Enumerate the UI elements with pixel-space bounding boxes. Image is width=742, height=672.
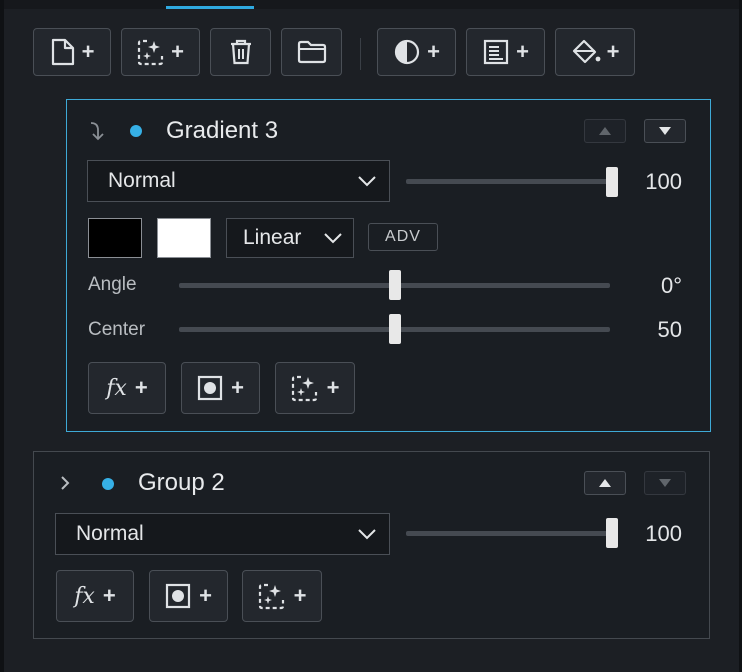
plus-label: + xyxy=(326,375,340,400)
toolbar-separator xyxy=(360,38,361,70)
gradient-start-color[interactable] xyxy=(88,218,142,258)
text-layer-button[interactable]: + xyxy=(466,28,545,76)
blend-mode-value: Normal xyxy=(108,169,176,192)
contrast-icon xyxy=(394,39,420,65)
center-label: Center xyxy=(88,319,146,340)
opacity-value: 100 xyxy=(645,521,682,546)
sparkle-frame-icon xyxy=(137,39,164,66)
merge-down-icon[interactable] xyxy=(88,121,106,141)
plus-label: + xyxy=(516,39,529,64)
center-slider-thumb[interactable] xyxy=(389,314,401,344)
plus-label: + xyxy=(199,583,212,608)
panel-top-bar xyxy=(0,0,742,9)
angle-label: Angle xyxy=(88,274,137,295)
layer-title[interactable]: Group 2 xyxy=(138,469,225,497)
move-down-button[interactable] xyxy=(644,471,686,495)
active-tab-indicator xyxy=(166,6,254,9)
sparkle-frame-icon xyxy=(291,375,317,402)
fx-label: fx xyxy=(106,375,127,401)
plus-label: + xyxy=(427,39,440,64)
move-down-button[interactable] xyxy=(644,119,686,143)
plus-label: + xyxy=(293,583,307,608)
blend-mode-value: Normal xyxy=(76,522,144,545)
opacity-value: 100 xyxy=(645,169,682,194)
fx-label: fx xyxy=(74,583,95,609)
chevron-down-icon xyxy=(358,529,376,540)
add-mask-button[interactable]: + xyxy=(181,362,260,414)
text-frame-icon xyxy=(483,39,509,65)
layer-visibility-dot[interactable] xyxy=(102,478,114,490)
opacity-slider-track[interactable] xyxy=(406,531,618,536)
opacity-slider-thumb[interactable] xyxy=(606,518,618,548)
triangle-down-icon xyxy=(659,127,671,135)
advanced-button[interactable]: ADV xyxy=(368,223,438,251)
angle-slider-thumb[interactable] xyxy=(389,270,401,300)
add-effect-button[interactable]: fx + xyxy=(88,362,166,414)
angle-value: 0° xyxy=(660,273,682,298)
new-file-icon xyxy=(51,38,74,66)
move-up-button[interactable] xyxy=(584,471,626,495)
center-value: 50 xyxy=(657,317,682,342)
folder-icon xyxy=(297,40,326,64)
paint-bucket-icon xyxy=(572,39,600,64)
add-effect-button[interactable]: fx + xyxy=(56,570,134,622)
plus-label: + xyxy=(606,39,620,64)
trash-icon xyxy=(230,39,251,65)
blend-mode-select[interactable]: Normal xyxy=(87,160,390,202)
group-folder-button[interactable] xyxy=(281,28,342,76)
fill-layer-button[interactable]: + xyxy=(555,28,635,76)
adjustment-button[interactable]: + xyxy=(377,28,456,76)
blend-mode-select[interactable]: Normal xyxy=(55,513,390,555)
layer-title[interactable]: Gradient 3 xyxy=(166,117,278,145)
layer-visibility-dot[interactable] xyxy=(130,125,142,137)
gradient-type-select[interactable]: Linear xyxy=(226,218,354,258)
panel-left-edge xyxy=(0,0,4,672)
plus-label: + xyxy=(134,375,148,400)
triangle-down-icon xyxy=(659,479,671,487)
move-up-button[interactable] xyxy=(584,119,626,143)
plus-label: + xyxy=(81,39,95,64)
add-sparkle-button[interactable]: + xyxy=(242,570,322,622)
new-layer-button[interactable]: + xyxy=(33,28,111,76)
chevron-down-icon xyxy=(358,176,376,187)
add-mask-button[interactable]: + xyxy=(149,570,228,622)
sparkle-frame-icon xyxy=(258,583,284,610)
gradient-type-value: Linear xyxy=(243,226,302,249)
triangle-up-icon xyxy=(599,479,611,487)
mask-icon xyxy=(165,583,191,609)
add-sparkle-button[interactable]: + xyxy=(275,362,355,414)
plus-label: + xyxy=(102,583,116,608)
chevron-down-icon xyxy=(324,233,342,244)
triangle-up-icon xyxy=(599,127,611,135)
opacity-slider-track[interactable] xyxy=(406,179,618,184)
delete-button[interactable] xyxy=(210,28,271,76)
new-effect-button[interactable]: + xyxy=(121,28,200,76)
gradient-end-color[interactable] xyxy=(157,218,211,258)
opacity-slider-thumb[interactable] xyxy=(606,167,618,197)
plus-label: + xyxy=(231,375,244,400)
mask-icon xyxy=(197,375,223,401)
plus-label: + xyxy=(171,39,184,64)
expand-chevron-icon[interactable] xyxy=(58,474,72,492)
advanced-label: ADV xyxy=(385,228,421,245)
